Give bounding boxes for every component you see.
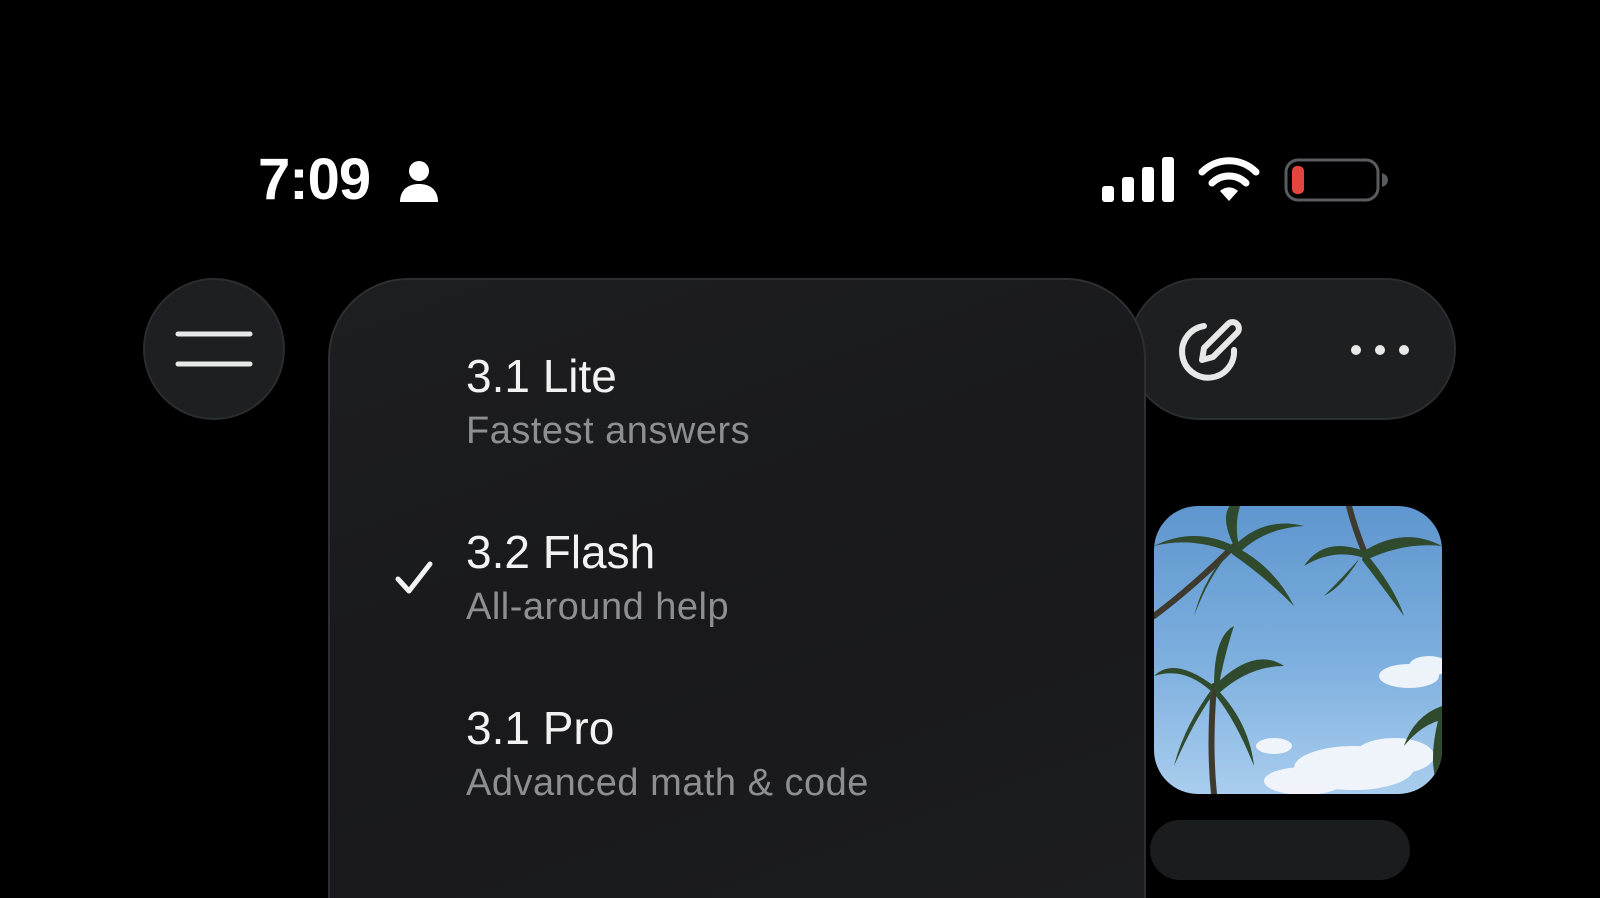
more-horizontal-icon	[1351, 345, 1409, 355]
checkmark-icon	[395, 561, 433, 594]
message-bubble-partial	[1150, 820, 1410, 880]
more-options-button[interactable]	[1330, 310, 1430, 390]
menu-button[interactable]	[143, 278, 285, 420]
model-picker-menu: 3.1 Lite Fastest answers 3.2 Flash All-a…	[328, 278, 1146, 898]
model-name: 3.1 Lite	[466, 350, 617, 402]
person-icon	[400, 161, 438, 202]
model-option-3-1-lite[interactable]: 3.1 Lite Fastest answers	[330, 348, 1144, 498]
wifi-icon	[1198, 157, 1260, 201]
battery-low-icon	[1284, 158, 1388, 202]
model-option-3-2-flash[interactable]: 3.2 Flash All-around help	[330, 524, 1144, 674]
edit-pencil-icon	[1179, 319, 1242, 381]
new-chat-button[interactable]	[1170, 310, 1250, 390]
model-option-3-1-pro[interactable]: 3.1 Pro Advanced math & code	[330, 700, 1144, 850]
cellular-signal-icon	[1102, 157, 1174, 202]
model-name: 3.1 Pro	[466, 702, 615, 754]
hamburger-menu-icon	[175, 331, 253, 367]
palm-trees-photo[interactable]	[1154, 506, 1442, 794]
model-name: 3.2 Flash	[466, 526, 656, 578]
model-description: Fastest answers	[466, 410, 751, 452]
model-description: All-around help	[466, 586, 730, 628]
model-description: Advanced math & code	[466, 762, 869, 804]
top-actions-pill	[1128, 278, 1456, 420]
status-time: 7:09	[258, 147, 371, 212]
